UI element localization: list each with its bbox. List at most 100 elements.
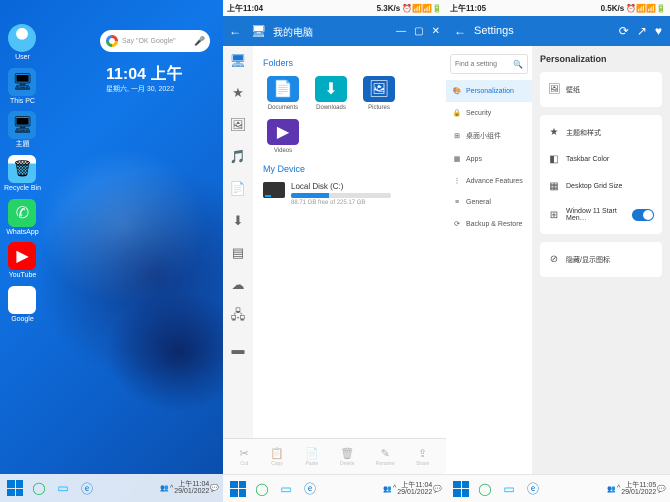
rail-cloud-icon[interactable]: ☁ <box>229 276 247 294</box>
desktop-icon-google[interactable]: Google <box>4 286 41 324</box>
desktop-icon-generic[interactable]: 🖥 主題 <box>4 111 41 149</box>
mic-icon[interactable]: 🎤 <box>194 36 204 46</box>
icon-label: WhatsApp <box>6 229 38 237</box>
generic-icon: 🖥 <box>8 111 36 139</box>
action-delete[interactable]: 🗑 Delete <box>340 447 354 467</box>
share-icon[interactable]: ↗ <box>637 24 647 38</box>
disk-free-text: 88.71 GB free of 225.17 GB <box>291 200 436 206</box>
desktop-icon-youtube[interactable]: ▶ YouTube <box>4 242 41 280</box>
nav-label: 桌面小组件 <box>466 131 501 141</box>
rail-pc-icon[interactable]: 🖥 <box>229 52 247 70</box>
clock-date: 星期六, 一月 30, 2022 <box>106 84 183 94</box>
desktop-icon-user[interactable]: User <box>4 24 41 62</box>
taskbar-edge[interactable]: ⓔ <box>522 478 544 500</box>
folder-label: Documents <box>268 105 298 111</box>
taskbar-app[interactable]: ◯ <box>251 478 273 500</box>
close-icon[interactable]: ✕ <box>432 26 440 37</box>
nav-widgets[interactable]: ⊞ 桌面小组件 <box>446 124 532 148</box>
copy-icon: 📋 <box>270 447 284 460</box>
rail-star-icon[interactable]: ★ <box>229 84 247 102</box>
taskbar-app[interactable]: ◯ <box>474 478 496 500</box>
action-rename[interactable]: ✎ Rename <box>376 447 395 467</box>
rail-download-icon[interactable]: ⬇ <box>229 212 247 230</box>
personalization-icon: 🎨 <box>452 87 462 95</box>
disk-usage-bar <box>291 193 391 198</box>
toggle-switch[interactable] <box>632 209 654 221</box>
action-cut[interactable]: ✂ Cut <box>240 447 249 467</box>
taskbar-edge[interactable]: ⓔ <box>76 477 98 499</box>
minimize-icon[interactable]: ― <box>396 26 406 37</box>
rail-drive-icon[interactable]: ▬ <box>229 340 247 358</box>
taskbar-edge[interactable]: ⓔ <box>299 478 321 500</box>
search-widget[interactable]: Say "OK Google" 🎤 <box>100 30 210 52</box>
refresh-icon[interactable]: ⟳ <box>619 24 629 38</box>
status-bar: 上午11:04 5.3K/s⏰📶📶🔋 <box>223 0 446 16</box>
desktop-icon-this-pc[interactable]: 🖥 This PC <box>4 68 41 106</box>
icon-label: Google <box>11 316 34 324</box>
action-share[interactable]: ⇪ Share <box>416 447 429 467</box>
security-icon: 🔒 <box>452 109 462 117</box>
rail-net-icon[interactable]: 🖧 <box>229 308 247 326</box>
setting-wallpaper[interactable]: 🖼 壁纸 <box>540 76 662 103</box>
maximize-icon[interactable]: ▢ <box>414 26 423 37</box>
general-icon: ≡ <box>452 199 462 206</box>
taskbar-app[interactable]: ◯ <box>28 477 50 499</box>
settings-search[interactable]: 🔍 <box>450 54 528 74</box>
back-icon[interactable]: ← <box>229 24 245 38</box>
taskbar: ◯ ▭ ⓔ 👥^ 上午11:0429/01/2022 💬 <box>223 474 446 502</box>
setting-theme[interactable]: ★ 主题和样式 <box>540 119 662 146</box>
rail-doc-icon[interactable]: 📄 <box>229 180 247 198</box>
disk-item[interactable]: Local Disk (C:) 88.71 GB free of 225.17 … <box>263 182 436 206</box>
nav-backup[interactable]: ⟳ Backup & Restore <box>446 213 532 235</box>
taskbar-app[interactable]: ▭ <box>498 478 520 500</box>
folder-videos[interactable]: ▶ Videos <box>263 119 303 154</box>
tray-people-icon[interactable]: 👥 <box>160 484 169 492</box>
action-paste[interactable]: 📄 Paste <box>305 447 319 467</box>
share-icon: ⇪ <box>418 447 427 460</box>
rail-app-icon[interactable]: ▤ <box>229 244 247 262</box>
start-button[interactable] <box>450 478 472 500</box>
taskbar-app[interactable]: ▭ <box>52 477 74 499</box>
setting-start-menu[interactable]: ⊞ Window 11 Start Men… <box>540 200 662 230</box>
heart-icon[interactable]: ♥ <box>655 24 662 38</box>
wallpaper-icon: 🖼 <box>548 84 560 95</box>
rail-image-icon[interactable]: 🖼 <box>229 116 247 134</box>
nav-personalization[interactable]: 🎨 Personalization <box>446 80 532 102</box>
nav-label: Personalization <box>466 88 514 95</box>
desktop-icon-whatsapp[interactable]: ✆ WhatsApp <box>4 199 41 237</box>
back-icon[interactable]: ← <box>454 24 466 38</box>
nav-general[interactable]: ≡ General <box>446 192 532 213</box>
tray-chat-icon[interactable]: 💬 <box>210 484 219 492</box>
setting-hide[interactable]: ⊘ 隐藏/显示图标 <box>540 246 662 273</box>
section-folders: Folders <box>263 58 436 68</box>
folder-pictures[interactable]: 🖼 Pictures <box>359 76 399 111</box>
desktop-icon-recycle-bin[interactable]: 🗑 Recycle Bin <box>4 155 41 193</box>
setting-taskbar-color[interactable]: ◧ Taskbar Color <box>540 146 662 173</box>
clock-widget[interactable]: 11:04 上午 星期六, 一月 30, 2022 <box>106 60 183 94</box>
disk-icon <box>263 182 285 198</box>
apps-icon: ▦ <box>452 155 462 163</box>
system-tray[interactable]: 👥^ 上午11:0429/01/2022 💬 <box>383 482 442 496</box>
rename-icon: ✎ <box>381 447 390 460</box>
taskbar: ◯ ▭ ⓔ 👥^ 上午11:0529/01/2022 💬 <box>446 474 670 502</box>
icon-label: This PC <box>10 98 35 106</box>
taskbar-app[interactable]: ▭ <box>275 478 297 500</box>
search-placeholder: Say "OK Google" <box>122 38 190 45</box>
cut-icon: ✂ <box>240 447 249 460</box>
nav-advance[interactable]: ⋮ Advance Features <box>446 170 532 192</box>
folder-downloads[interactable]: ⬇ Downloads <box>311 76 351 111</box>
nav-apps[interactable]: ▦ Apps <box>446 148 532 170</box>
disk-name: Local Disk (C:) <box>291 182 436 191</box>
start-button[interactable] <box>4 477 26 499</box>
rail-music-icon[interactable]: 🎵 <box>229 148 247 166</box>
folder-documents[interactable]: 📄 Documents <box>263 76 303 111</box>
nav-security[interactable]: 🔒 Security <box>446 102 532 124</box>
system-tray[interactable]: 👥^ 上午11:0529/01/2022 💬 <box>607 482 666 496</box>
system-tray[interactable]: 👥 ^ 上午11:0429/01/2022 💬 <box>160 481 219 495</box>
search-input[interactable] <box>455 61 510 68</box>
action-copy[interactable]: 📋 Copy <box>270 447 284 467</box>
start-button[interactable] <box>227 478 249 500</box>
backup-icon: ⟳ <box>452 220 462 228</box>
advance-icon: ⋮ <box>452 177 462 185</box>
setting-grid-size[interactable]: ▦ Desktop Grid Size <box>540 173 662 200</box>
